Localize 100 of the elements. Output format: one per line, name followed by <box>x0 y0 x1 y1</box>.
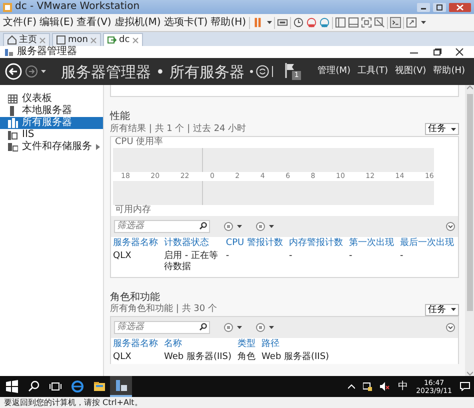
menu-item[interactable]: 帮助(H) <box>433 66 465 77</box>
column-header[interactable]: 内存警报计数 <box>287 236 347 250</box>
section-title: 角色和功能 <box>110 292 161 304</box>
column-header[interactable]: 第一次出现 <box>347 236 398 250</box>
caret-icon <box>451 308 456 312</box>
column-header[interactable]: 路径 <box>260 338 334 350</box>
web-server-icon <box>8 130 18 140</box>
column-header[interactable]: 最后一次出现 <box>398 236 458 250</box>
saved-query-button[interactable] <box>256 322 265 332</box>
chart-label: CPU 使用率 <box>114 137 164 148</box>
section-title: 性能 <box>110 111 131 123</box>
expand-button[interactable] <box>446 222 455 231</box>
sidebar-item[interactable]: 文件和存储服务 <box>0 141 103 153</box>
snapshot-restore-icon[interactable] <box>306 17 318 28</box>
forward-button[interactable] <box>25 65 38 78</box>
column-header[interactable]: 名称 <box>162 338 236 350</box>
maximize-button[interactable] <box>433 2 446 12</box>
expand-arrow-icon[interactable] <box>96 144 100 150</box>
table-cell-text: Web 服务器(IIS) <box>163 350 233 364</box>
pause-icon[interactable] <box>252 17 264 28</box>
divider-icon <box>272 66 274 77</box>
sidebar-item[interactable]: 本地服务器 <box>0 105 103 117</box>
storage-icon <box>8 142 18 152</box>
menu-item[interactable]: 文件(F) <box>3 16 37 28</box>
column-header[interactable]: 计数器状态 <box>162 236 224 250</box>
app-icon <box>3 2 12 12</box>
stretch-icon[interactable] <box>406 17 418 28</box>
table-cell-text: 启用 - 正在等待数据 <box>163 250 219 274</box>
table-cell-text: - <box>224 250 230 264</box>
keyboard-icon[interactable] <box>277 17 288 28</box>
caret-icon <box>421 21 426 24</box>
window-title: 服务器管理器 <box>17 46 77 58</box>
list-filter-button[interactable] <box>224 322 233 332</box>
back-button[interactable] <box>5 63 22 80</box>
table-cell-text: Web 服务器(IIS) <box>260 350 330 364</box>
page-heading: 服务器管理器 • 所有服务器 <box>61 62 244 80</box>
menu-item[interactable]: 选项卡(T) <box>164 16 208 28</box>
status-text: 要返回到您的计算机，请按 Ctrl+Alt。 <box>0 397 474 408</box>
console-icon[interactable] <box>390 17 402 28</box>
folder-icon <box>92 380 106 393</box>
tasks-button[interactable]: 任务 <box>425 123 459 135</box>
saved-query-button[interactable] <box>256 222 265 231</box>
search-icon <box>199 222 207 230</box>
menu-item[interactable]: 视图(V) <box>395 66 426 77</box>
start-icon <box>4 380 18 393</box>
column-header[interactable]: CPU 警报计数 <box>224 236 287 250</box>
volume-muted-icon[interactable] <box>380 382 390 391</box>
menu-item[interactable]: 管理(M) <box>318 66 350 77</box>
caret-icon <box>267 21 272 24</box>
sidebar-item[interactable]: 仪表板 <box>0 93 103 105</box>
tab[interactable]: mon <box>52 33 101 46</box>
menu-item[interactable]: 虚拟机(M) <box>114 16 161 28</box>
tasks-button[interactable]: 任务 <box>425 304 459 316</box>
column-header[interactable]: 服务器名称 <box>111 338 162 350</box>
filter-field[interactable]: 筛选器 <box>114 320 210 334</box>
menu-item[interactable]: 编辑(E) <box>40 16 74 28</box>
flag-icon[interactable] <box>285 63 296 78</box>
tab-label: mon <box>68 34 88 46</box>
search-icon <box>26 380 40 393</box>
expand-button[interactable] <box>446 322 455 332</box>
column-header[interactable]: 服务器名称 <box>111 236 162 250</box>
chevron-up-icon[interactable] <box>348 384 356 389</box>
section-subtitle: 所有结果 | 共 1 个 | 过去 24 小时 <box>110 124 246 134</box>
thumbnail-icon[interactable] <box>348 17 360 28</box>
browser-icon <box>70 380 84 393</box>
refresh-button[interactable] <box>256 65 270 78</box>
caret-icon <box>269 224 274 228</box>
tab[interactable]: 主页 <box>3 33 50 46</box>
table-cell-text: - <box>288 250 294 264</box>
network-icon[interactable] <box>363 382 372 391</box>
list-filter-button[interactable] <box>224 222 233 231</box>
menu-item[interactable]: 帮助(H) <box>210 16 246 28</box>
notification-icon[interactable] <box>460 382 470 391</box>
chart-label: 可用内存 <box>114 204 152 216</box>
sidebar-icon[interactable] <box>335 17 346 28</box>
minimize-button[interactable] <box>417 2 430 12</box>
tab[interactable]: dc <box>102 33 143 46</box>
bullet-icon <box>250 70 254 73</box>
sidebar-item[interactable]: IIS <box>0 129 103 141</box>
menu-item[interactable]: 查看(V) <box>76 16 112 28</box>
taskbar-button[interactable] <box>110 376 132 397</box>
column-header[interactable]: 类型 <box>236 338 260 350</box>
vm-icon <box>56 35 66 45</box>
snapshot-manager-icon[interactable] <box>319 17 330 28</box>
caret-icon <box>451 128 456 130</box>
sidebar-item[interactable]: 所有服务器 <box>0 117 103 129</box>
menu-item[interactable]: 工具(T) <box>357 66 388 77</box>
unity-icon[interactable] <box>374 17 386 28</box>
fullscreen-icon[interactable] <box>361 17 372 28</box>
home-icon <box>7 35 17 45</box>
search-icon <box>199 323 207 332</box>
input-method-indicator[interactable]: 中 <box>398 380 408 392</box>
clock-icon[interactable] <box>293 17 304 28</box>
close-icon[interactable] <box>132 36 139 44</box>
table-cell-text: QLX <box>112 351 132 364</box>
table-cell-text: 角色 <box>236 350 257 364</box>
window-title: dc - VMware Workstation <box>15 1 140 13</box>
filter-field[interactable]: 筛选器 <box>114 220 210 233</box>
table-cell-text: - <box>348 250 354 264</box>
dashboard-icon <box>8 94 18 104</box>
